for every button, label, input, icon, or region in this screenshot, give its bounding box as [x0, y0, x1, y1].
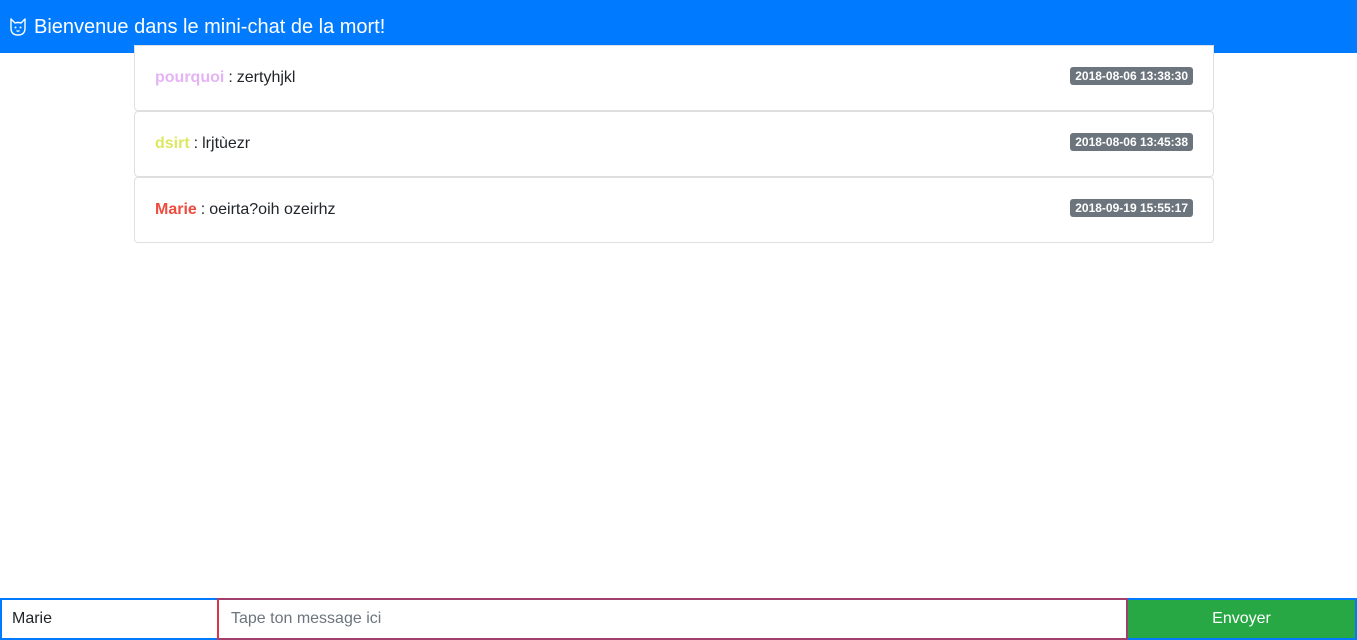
message-input[interactable]: [217, 598, 1128, 640]
cat-face-icon: [8, 17, 28, 37]
timestamp-badge: 2018-08-06 13:45:38: [1070, 133, 1193, 151]
message-text: oeirta?oih ozeirhz: [209, 201, 336, 218]
message-item: Marie : oeirta?oih ozeirhz 2018-09-19 15…: [134, 177, 1214, 243]
timestamp-badge: 2018-09-19 15:55:17: [1070, 199, 1193, 217]
composer-bar: Envoyer: [0, 598, 1357, 640]
message-text: zertyhjkl: [236, 69, 296, 86]
message-list: pourquoi : zertyhjkl 2018-08-06 13:38:30…: [134, 45, 1214, 243]
message-text: lrjtùezr: [202, 135, 251, 152]
message-author: pourquoi: [155, 69, 225, 86]
message-item: pourquoi : zertyhjkl 2018-08-06 13:38:30: [134, 45, 1214, 111]
message-item: dsirt : lrjtùezr 2018-08-06 13:45:38: [134, 111, 1214, 177]
message-author: dsirt: [155, 135, 190, 152]
message-separator: :: [200, 201, 206, 218]
send-button[interactable]: Envoyer: [1128, 598, 1357, 640]
page-title: Bienvenue dans le mini-chat de la mort!: [34, 15, 386, 38]
message-separator: :: [193, 135, 199, 152]
timestamp-badge: 2018-08-06 13:38:30: [1070, 67, 1193, 85]
message-author: Marie: [155, 201, 197, 218]
message-separator: :: [228, 69, 233, 86]
name-input[interactable]: [0, 598, 217, 640]
